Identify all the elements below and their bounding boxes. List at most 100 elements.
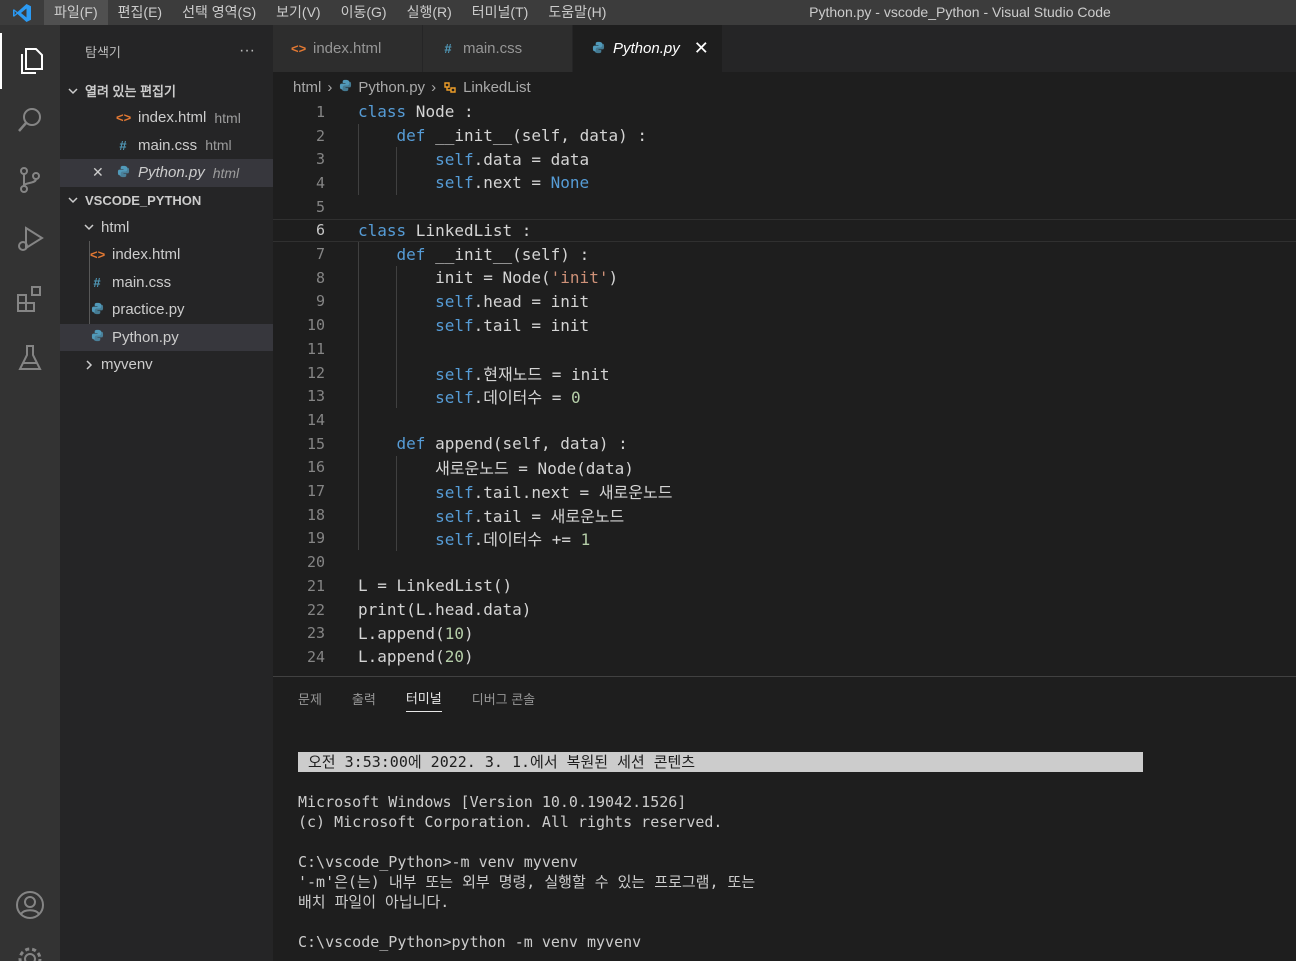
code-line[interactable]: 13 self.데이터수 = 0 (273, 384, 1296, 408)
testing-flask-icon[interactable] (0, 330, 60, 386)
tab-python-py[interactable]: Python.py ✕ (573, 25, 723, 72)
tree-item-label: Python.py (112, 328, 179, 346)
code-text: self.data = data (435, 149, 590, 169)
close-icon[interactable]: ✕ (92, 164, 108, 181)
menu-item[interactable]: 파일(F) (44, 0, 108, 25)
code-line[interactable]: 14 (273, 408, 1296, 432)
terminal[interactable]: 오전 3:53:00에 2022. 3. 1.에서 복원된 세션 콘텐츠 Mic… (298, 752, 1143, 952)
code-line[interactable]: 2 def __init__(self, data) : (273, 124, 1296, 148)
code-line[interactable]: 10 self.tail = init (273, 313, 1296, 337)
settings-gear-icon[interactable] (0, 931, 60, 961)
code-line[interactable]: 5 (273, 195, 1296, 219)
line-number: 5 (315, 197, 325, 216)
css-file-icon: # (119, 137, 127, 153)
tree-item-label: practice.py (112, 301, 185, 319)
open-editor-index-html[interactable]: <> index.html html (60, 104, 273, 132)
tab-main-css[interactable]: # main.css (423, 25, 573, 72)
code-text: init = Node('init') (358, 268, 619, 288)
tree-item-label: main.css (112, 273, 172, 291)
tree-item-main-css[interactable]: # main.css (60, 269, 273, 297)
line-number: 23 (306, 624, 325, 643)
code-text: def __init__(self, data) : (396, 126, 647, 146)
code-text: self.데이터수 += 1 (435, 530, 591, 550)
source-control-icon[interactable] (0, 152, 60, 208)
bottom-panel: 문제 출력 터미널 디버그 콘솔 오전 3:53:00에 2022. 3. 1.… (273, 676, 1296, 961)
more-actions-icon[interactable]: ··· (239, 42, 255, 60)
open-editor-python-py[interactable]: ✕ Python.py html (60, 159, 273, 187)
panel-tabs: 문제 출력 터미널 디버그 콘솔 (273, 677, 1296, 719)
menu-item[interactable]: 편집(E) (108, 0, 172, 25)
folder-myvenv[interactable]: myvenv (60, 351, 273, 379)
code-line[interactable]: 20 (273, 550, 1296, 574)
open-editors-section[interactable]: 열려 있는 편집기 (60, 77, 273, 104)
menu-item[interactable]: 터미널(T) (462, 0, 539, 25)
terminal-line: C:\vscode_Python>python -m venv myvenv (298, 933, 642, 951)
code-line[interactable]: 9 self.head = init (273, 290, 1296, 314)
code-line[interactable]: 3 self.data = data (273, 147, 1296, 171)
line-number: 24 (306, 647, 325, 666)
code-editor[interactable]: 1 class Node :2 def __init__(self, data) … (273, 100, 1296, 670)
code-line[interactable]: 11 (273, 337, 1296, 361)
code-line[interactable]: 16 새로운노드 = Node(data) (273, 456, 1296, 480)
open-editor-main-css[interactable]: # main.css html (60, 132, 273, 160)
code-line[interactable]: 23 L.append(10) (273, 621, 1296, 645)
menu-bar: 파일(F) 편집(E) 선택 영역(S) 보기(V) 이동(G) 실행(R) 터미널(T) 도… (44, 0, 616, 25)
tab-label: Python.py (613, 40, 680, 57)
terminal-restore-banner: 오전 3:53:00에 2022. 3. 1.에서 복원된 세션 콘텐츠 (298, 752, 1143, 772)
tab-terminal[interactable]: 터미널 (405, 684, 442, 712)
menu-item[interactable]: 보기(V) (266, 0, 330, 25)
code-text: def append(self, data) : (396, 434, 628, 454)
open-editor-desc: html (214, 109, 241, 126)
line-number: 2 (315, 126, 325, 145)
tree-item-python-py[interactable]: Python.py (60, 323, 273, 351)
close-tab-icon[interactable]: ✕ (694, 38, 709, 59)
explorer-title: 탐색기 (85, 44, 121, 60)
menu-item[interactable]: 실행(R) (397, 0, 462, 25)
open-editor-desc: html (212, 164, 240, 181)
python-file-icon (338, 79, 352, 95)
html-file-icon: <> (116, 110, 132, 126)
terminal-line: Microsoft Windows [Version 10.0.19042.15… (298, 793, 687, 811)
chevron-down-icon (66, 85, 80, 97)
menu-item[interactable]: 이동(G) (331, 0, 397, 25)
code-line[interactable]: 21 L = LinkedList() (273, 574, 1296, 598)
workspace-section[interactable]: VSCODE_PYTHON (60, 187, 273, 214)
code-line[interactable]: 8 init = Node('init') (273, 266, 1296, 290)
tab-index-html[interactable]: <> index.html (273, 25, 423, 72)
code-line[interactable]: 17 self.tail.next = 새로운노드 (273, 479, 1296, 503)
menu-item[interactable]: 도움말(H) (538, 0, 616, 25)
line-number: 9 (315, 292, 325, 311)
window-title: Python.py - vscode_Python - Visual Studi… (809, 4, 1111, 20)
code-line[interactable]: 12 self.현재노드 = init (273, 361, 1296, 385)
tree-item-label: index.html (112, 246, 181, 264)
tab-problems[interactable]: 문제 (298, 685, 322, 712)
extensions-icon[interactable] (0, 271, 60, 327)
code-line[interactable]: 22 print(L.head.data) (273, 598, 1296, 622)
search-icon[interactable] (0, 92, 60, 148)
code-line[interactable]: 6 class LinkedList : (273, 218, 1296, 243)
breadcrumb-folder[interactable]: html (293, 79, 321, 96)
tree-item-practice-py[interactable]: practice.py (60, 296, 273, 324)
breadcrumb-file[interactable]: Python.py (358, 79, 425, 96)
tab-output[interactable]: 출력 (352, 685, 376, 712)
code-line[interactable]: 19 self.데이터수 += 1 (273, 527, 1296, 551)
code-line[interactable]: 4 self.next = None (273, 171, 1296, 195)
menu-item[interactable]: 선택 영역(S) (172, 0, 266, 25)
code-line[interactable]: 7 def __init__(self) : (273, 242, 1296, 266)
python-file-icon (116, 165, 130, 181)
run-debug-icon[interactable] (0, 211, 60, 267)
tree-item-index-html[interactable]: <> index.html (60, 241, 273, 269)
code-text: self.head = init (435, 291, 590, 311)
code-line[interactable]: 24 L.append(20) (273, 645, 1296, 669)
line-number: 14 (306, 410, 325, 429)
code-line[interactable]: 1 class Node : (273, 100, 1296, 124)
breadcrumb-symbol[interactable]: LinkedList (463, 79, 531, 96)
code-line[interactable]: 15 def append(self, data) : (273, 432, 1296, 456)
tab-debug-console[interactable]: 디버그 콘솔 (472, 685, 535, 712)
line-number: 12 (306, 363, 325, 382)
explorer-icon[interactable] (0, 33, 60, 89)
code-line[interactable]: 18 self.tail = 새로운노드 (273, 503, 1296, 527)
folder-html[interactable]: html (60, 214, 273, 242)
account-icon[interactable] (0, 877, 60, 933)
